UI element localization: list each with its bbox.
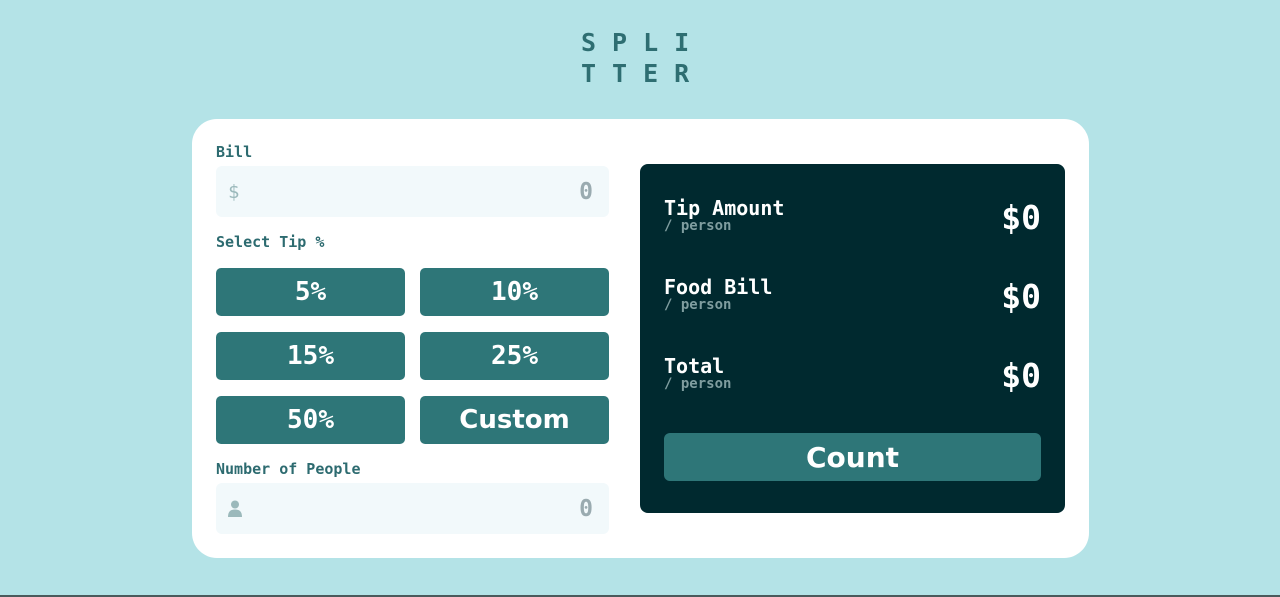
tip-amount-row: Tip Amount / person $0	[664, 196, 1041, 246]
bill-label: Bill	[216, 143, 253, 161]
app-logo: SPLI TTER	[581, 27, 711, 89]
tip-button-15[interactable]: 15%	[216, 332, 405, 380]
tip-amount-value: $0	[1001, 198, 1041, 237]
people-value[interactable]: 0	[242, 496, 593, 522]
tip-button-25[interactable]: 25%	[420, 332, 609, 380]
total-value: $0	[1001, 356, 1041, 395]
tip-button-10[interactable]: 10%	[420, 268, 609, 316]
tip-amount-label: Tip Amount	[664, 196, 785, 220]
tip-button-50[interactable]: 50%	[216, 396, 405, 444]
logo-line-2: TTER	[581, 59, 706, 88]
bill-input[interactable]: $ 0	[216, 166, 609, 217]
calculator-card: Bill $ 0 Select Tip % 5% 10% 15% 25% 50%…	[192, 119, 1089, 558]
dollar-icon: $	[228, 180, 240, 203]
results-panel: Tip Amount / person $0 Food Bill / perso…	[640, 164, 1065, 513]
select-tip-label: Select Tip %	[216, 233, 325, 251]
bill-value[interactable]: 0	[239, 179, 593, 205]
count-button[interactable]: Count	[664, 433, 1041, 481]
food-bill-row: Food Bill / person $0	[664, 275, 1041, 325]
total-row: Total / person $0	[664, 354, 1041, 404]
person-icon	[228, 500, 242, 517]
logo-line-1: SPLI	[581, 28, 706, 57]
food-bill-per: / person	[664, 297, 732, 313]
tip-button-5[interactable]: 5%	[216, 268, 405, 316]
total-per: / person	[664, 376, 732, 392]
total-label: Total	[664, 354, 725, 378]
tip-button-custom[interactable]: Custom	[420, 396, 609, 444]
food-bill-value: $0	[1001, 277, 1041, 316]
tip-amount-per: / person	[664, 218, 732, 234]
food-bill-label: Food Bill	[664, 275, 773, 299]
people-label: Number of People	[216, 460, 361, 478]
people-input[interactable]: 0	[216, 483, 609, 534]
